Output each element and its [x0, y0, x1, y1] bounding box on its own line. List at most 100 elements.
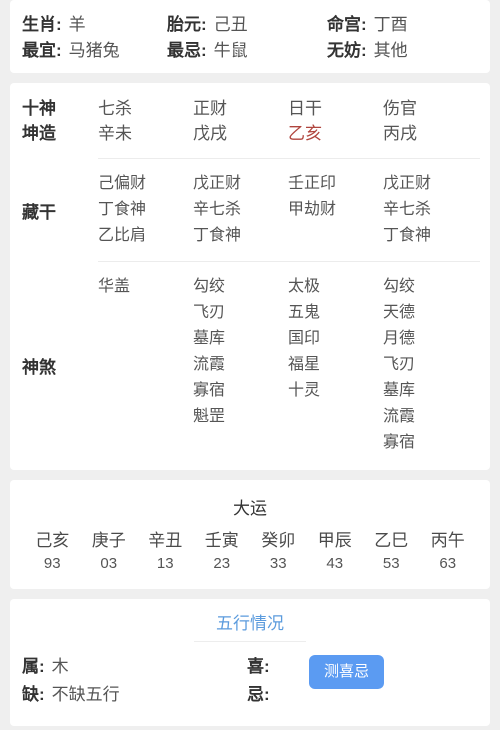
wuxing-cell-shu: 属: 木: [22, 652, 247, 677]
wuxing-cell-xi: 喜:: [247, 652, 277, 677]
canggan-column-hour: 戊正财 辛七杀 丁食神: [383, 171, 478, 249]
shensha-item: 墓库: [383, 382, 416, 399]
shishen-day: 日干: [288, 99, 322, 118]
canggan-item: 甲劫财: [288, 201, 337, 218]
kunzao-year: 辛未: [98, 124, 132, 143]
canggan-item: 辛七杀: [193, 201, 242, 218]
summary-cell-shengxiao: 生肖: 羊: [22, 10, 167, 35]
shensha-item: 寡宿: [193, 382, 226, 399]
dayun-age: 63: [439, 555, 457, 572]
kunzao-hour: 丙戌: [383, 124, 417, 143]
wuxing-title: 五行情况: [216, 614, 284, 633]
wuxing-body: 属: 木 喜: 缺: 不缺五行 忌: 测喜忌: [10, 652, 490, 714]
canggan-columns: 己偏财 丁食神 乙比肩 戊正财 辛七杀 丁食神 壬正印 甲劫财 戊正财 辛七杀 …: [98, 171, 490, 249]
canggan-item: 辛七杀: [383, 201, 432, 218]
canggan-item: 丁食神: [383, 227, 432, 244]
pillar-column-year: 七杀 辛未: [98, 96, 193, 146]
shensha-item: 五鬼: [288, 304, 321, 321]
dayun-item[interactable]: 壬寅 23: [194, 529, 251, 575]
dayun-item[interactable]: 甲辰 43: [307, 529, 364, 575]
bazi-result-page: 生肖: 羊 胎元: 己丑 命宫: 丁酉 最宜: 马猪兔 最忌: 牛鼠 无妨: 其…: [0, 0, 500, 730]
dayun-ganzhi: 甲辰: [317, 531, 352, 550]
pillar-row-labels: 十神 坤造: [10, 96, 98, 146]
canggan-item: 己偏财: [98, 175, 147, 192]
shensha-label: 神煞: [22, 357, 56, 377]
shengxiao-value: 羊: [68, 15, 86, 34]
ji-label: 忌:: [247, 685, 270, 704]
dayun-age: 03: [100, 555, 118, 572]
canggan-column-day: 壬正印 甲劫财: [288, 171, 383, 249]
canggan-column-month: 戊正财 辛七杀 丁食神: [193, 171, 288, 249]
shensha-column-day: 太极 五鬼 国印 福星 十灵: [288, 274, 383, 456]
summary-card: 生肖: 羊 胎元: 己丑 命宫: 丁酉 最宜: 马猪兔 最忌: 牛鼠 无妨: 其…: [10, 0, 490, 73]
xi-label: 喜:: [247, 657, 270, 676]
dayun-age: 53: [382, 555, 400, 572]
canggan-column-year: 己偏财 丁食神 乙比肩: [98, 171, 193, 249]
canggan-block: 藏干 己偏财 丁食神 乙比肩 戊正财 辛七杀 丁食神 壬正印 甲劫财 戊正财 辛…: [10, 159, 490, 261]
shensha-item: 魁罡: [193, 408, 226, 425]
dayun-item[interactable]: 己亥 93: [24, 529, 81, 575]
taiyuan-value: 己丑: [213, 15, 248, 34]
shensha-column-year: 华盖: [98, 274, 193, 456]
kunzao-label: 坤造: [22, 124, 56, 143]
dayun-ganzhi: 己亥: [35, 531, 70, 550]
dayun-item[interactable]: 丙午 63: [420, 529, 477, 575]
shensha-item: 勾绞: [383, 278, 416, 295]
wuxing-row-shu: 属: 木 喜:: [22, 652, 490, 680]
shensha-column-month: 勾绞 飞刃 墓库 流霞 寡宿 魁罡: [193, 274, 288, 456]
minggong-value: 丁酉: [373, 15, 408, 34]
que-label: 缺:: [22, 685, 45, 704]
wuxing-cell-que: 缺: 不缺五行: [22, 680, 247, 705]
summary-cell-minggong: 命宫: 丁酉: [327, 10, 477, 35]
shensha-item: 墓库: [193, 330, 226, 347]
shishen-month: 正财: [193, 99, 227, 118]
dayun-ganzhi: 辛丑: [148, 531, 183, 550]
zuiyi-label: 最宜:: [22, 41, 62, 60]
dayun-item[interactable]: 乙巳 53: [363, 529, 420, 575]
shensha-item: 福星: [288, 356, 321, 373]
shensha-column-hour: 勾绞 天德 月德 飞刃 墓库 流霞 寡宿: [383, 274, 478, 456]
dayun-list: 己亥 93 庚子 03 辛丑 13 壬寅 23 癸卯 33 甲辰 43 乙巳 5…: [10, 529, 490, 575]
dayun-ganzhi: 癸卯: [261, 531, 296, 550]
dayun-age: 43: [326, 555, 344, 572]
dayun-age: 93: [43, 555, 61, 572]
shensha-item: 太极: [288, 278, 321, 295]
wufang-label: 无妨:: [327, 41, 367, 60]
canggan-item: 壬正印: [288, 175, 337, 192]
shishen-hour: 伤官: [383, 99, 417, 118]
canggan-item: 戊正财: [193, 175, 242, 192]
summary-cell-taiyuan: 胎元: 己丑: [167, 10, 327, 35]
summary-cell-zuiyi: 最宜: 马猪兔: [22, 36, 167, 61]
summary-row: 最宜: 马猪兔 最忌: 牛鼠 无妨: 其他: [10, 36, 490, 62]
dayun-item[interactable]: 辛丑 13: [137, 529, 194, 575]
dayun-age: 13: [156, 555, 174, 572]
zuiji-label: 最忌:: [167, 41, 207, 60]
ce-xi-ji-button[interactable]: 测喜忌: [309, 655, 384, 689]
shensha-item: 国印: [288, 330, 321, 347]
pillar-column-day: 日干 乙亥: [288, 96, 383, 146]
title-underline: [194, 641, 306, 642]
shensha-item: 月德: [383, 330, 416, 347]
dayun-age: 33: [269, 555, 287, 572]
wufang-value: 其他: [373, 41, 408, 60]
dayun-card: 大运 己亥 93 庚子 03 辛丑 13 壬寅 23 癸卯 33 甲辰 43 乙…: [10, 480, 490, 589]
canggan-item: 丁食神: [193, 227, 242, 244]
dayun-item[interactable]: 癸卯 33: [250, 529, 307, 575]
pillar-card: 十神 坤造 七杀 辛未 正财 戊戌 日干 乙亥 伤官 丙戌 藏干 己偏财 丁食神…: [10, 83, 490, 470]
kunzao-month: 戊戌: [193, 124, 227, 143]
shengxiao-label: 生肖:: [22, 15, 62, 34]
dayun-title: 大运: [233, 499, 267, 518]
canggan-label: 藏干: [22, 202, 56, 222]
dayun-ganzhi: 壬寅: [204, 531, 239, 550]
shu-label: 属:: [22, 657, 45, 676]
wuxing-cell-ji: 忌:: [247, 680, 277, 705]
summary-cell-zuiji: 最忌: 牛鼠: [167, 36, 327, 61]
shensha-item: 寡宿: [383, 434, 416, 451]
summary-cell-wufang: 无妨: 其他: [327, 36, 477, 61]
dayun-item[interactable]: 庚子 03: [81, 529, 138, 575]
shishen-year: 七杀: [98, 99, 132, 118]
minggong-label: 命宫:: [327, 15, 367, 34]
pillar-columns: 七杀 辛未 正财 戊戌 日干 乙亥 伤官 丙戌: [98, 96, 490, 146]
shensha-item: 流霞: [193, 356, 226, 373]
wuxing-card: 五行情况 属: 木 喜: 缺: 不缺五行 忌: 测喜忌: [10, 599, 490, 726]
